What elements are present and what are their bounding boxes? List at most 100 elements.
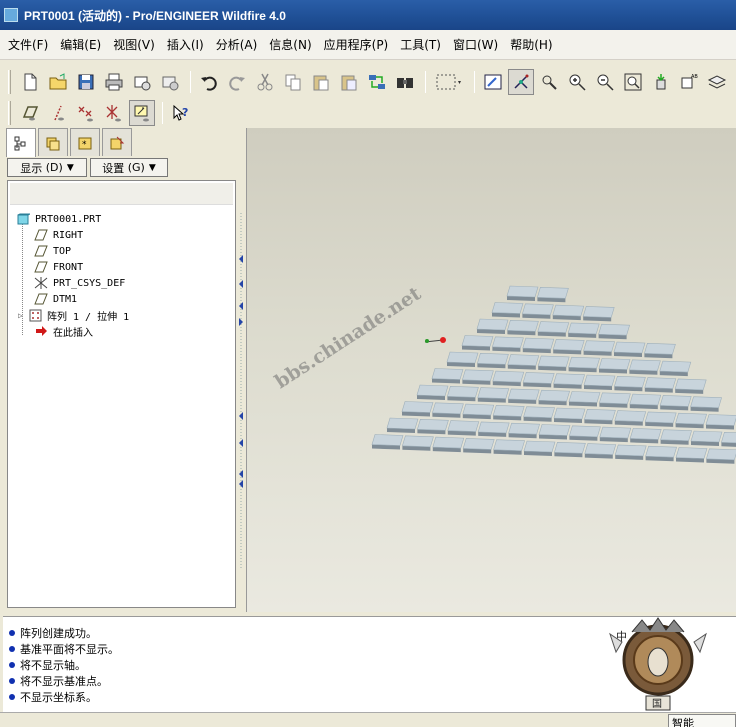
find-button[interactable] xyxy=(392,69,418,95)
pattern-block[interactable] xyxy=(461,335,494,351)
new-file-button[interactable] xyxy=(17,69,43,95)
pattern-block[interactable] xyxy=(569,425,601,441)
pattern-block[interactable] xyxy=(584,443,617,459)
redo-button[interactable] xyxy=(224,69,250,95)
pattern-block[interactable] xyxy=(492,336,524,352)
tree-item-dtm1[interactable]: DTM1 xyxy=(34,291,77,307)
pattern-block[interactable] xyxy=(462,438,495,454)
settings-dropdown-button[interactable]: 设置 (G) ▼ xyxy=(90,158,168,177)
pattern-block[interactable] xyxy=(492,370,525,387)
menu-edit[interactable]: 编辑(E) xyxy=(60,36,101,53)
pattern-block[interactable] xyxy=(721,431,736,447)
pattern-block[interactable] xyxy=(675,412,707,429)
menu-window[interactable]: 窗口(W) xyxy=(453,36,498,53)
pattern-block[interactable] xyxy=(568,391,601,407)
pattern-block[interactable] xyxy=(523,440,556,456)
pattern-block[interactable] xyxy=(659,360,692,377)
mail-attach-button[interactable] xyxy=(157,69,183,95)
selection-filter-select[interactable]: 智能 xyxy=(668,714,736,727)
pattern-block[interactable] xyxy=(447,420,480,436)
pattern-block[interactable] xyxy=(659,395,692,411)
menu-applications[interactable]: 应用程序(P) xyxy=(324,36,389,53)
pattern-block[interactable] xyxy=(614,444,647,460)
pattern-block[interactable] xyxy=(706,448,736,464)
pattern-block[interactable] xyxy=(644,342,676,359)
send-mail-button[interactable] xyxy=(129,69,155,95)
datum-axis-display-button[interactable] xyxy=(45,100,71,126)
open-file-button[interactable] xyxy=(45,69,71,95)
panel-splitter[interactable] xyxy=(237,128,245,610)
pattern-block[interactable] xyxy=(552,339,585,355)
pattern-block[interactable] xyxy=(537,355,570,371)
expand-arrow-icon[interactable]: ▷ xyxy=(18,311,28,320)
context-help-button[interactable]: ? xyxy=(168,100,194,126)
pattern-block[interactable] xyxy=(660,429,692,445)
menu-help[interactable]: 帮助(H) xyxy=(510,36,552,53)
pattern-block[interactable] xyxy=(432,402,464,418)
zoom-in-button[interactable] xyxy=(564,69,590,95)
print-button[interactable] xyxy=(101,69,127,95)
pattern-block[interactable] xyxy=(598,358,631,374)
repaint-button[interactable] xyxy=(480,69,506,95)
pattern-block[interactable] xyxy=(645,445,677,462)
pattern-block[interactable] xyxy=(432,436,465,453)
pattern-block[interactable] xyxy=(614,410,647,426)
save-button[interactable] xyxy=(73,69,99,95)
menu-insert[interactable]: 插入(I) xyxy=(167,36,204,53)
pattern-block[interactable] xyxy=(582,306,615,322)
pattern-block[interactable] xyxy=(402,435,434,451)
pattern-block[interactable] xyxy=(644,377,677,393)
pattern-block[interactable] xyxy=(537,286,569,303)
pattern-block[interactable] xyxy=(386,417,419,433)
pattern-block[interactable] xyxy=(629,428,662,444)
tree-item-front[interactable]: FRONT xyxy=(34,259,83,275)
pattern-block[interactable] xyxy=(446,351,479,367)
pattern-block[interactable] xyxy=(476,318,509,334)
pattern-block[interactable] xyxy=(507,388,540,404)
tree-item-pattern[interactable]: ▷ 阵列 1 / 拉伸 1 xyxy=(18,307,129,323)
menu-analysis[interactable]: 分析(A) xyxy=(216,36,258,53)
pattern-block[interactable] xyxy=(614,375,646,392)
spin-center-display-button[interactable] xyxy=(129,100,155,126)
pattern-block[interactable] xyxy=(522,303,554,319)
pattern-block[interactable] xyxy=(447,385,479,402)
pattern-block[interactable] xyxy=(538,389,570,406)
pattern-block[interactable] xyxy=(477,421,510,437)
tree-item-insert-here[interactable]: 在此插入 xyxy=(34,323,93,339)
pattern-block[interactable] xyxy=(599,426,632,443)
datum-plane-display-button[interactable] xyxy=(17,100,43,126)
pattern-block[interactable] xyxy=(567,322,600,338)
paste-special-button[interactable] xyxy=(336,69,362,95)
pattern-block[interactable] xyxy=(507,354,540,370)
paste-button[interactable] xyxy=(308,69,334,95)
pattern-block[interactable] xyxy=(613,341,646,357)
regenerate-button[interactable] xyxy=(364,69,390,95)
tree-item-top[interactable]: TOP xyxy=(34,243,71,259)
pattern-block[interactable] xyxy=(554,441,586,458)
pattern-block[interactable] xyxy=(583,340,615,356)
pattern-block[interactable] xyxy=(674,378,707,394)
pattern-block[interactable] xyxy=(690,396,722,412)
copy-button[interactable] xyxy=(280,69,306,95)
cut-button[interactable] xyxy=(252,69,278,95)
saved-views-button[interactable]: AB xyxy=(676,69,702,95)
pattern-block[interactable] xyxy=(537,321,570,337)
pattern-block[interactable] xyxy=(431,368,464,384)
pattern-block[interactable] xyxy=(491,302,524,318)
pattern-block[interactable] xyxy=(583,374,616,390)
reorient-button[interactable] xyxy=(648,69,674,95)
pattern-block[interactable] xyxy=(553,373,585,389)
pattern-block[interactable] xyxy=(492,405,525,421)
pattern-block[interactable] xyxy=(522,337,555,354)
pattern-block[interactable] xyxy=(644,411,677,427)
zoom-out-button[interactable] xyxy=(592,69,618,95)
pattern-block[interactable] xyxy=(675,447,708,463)
pattern-block[interactable] xyxy=(629,359,661,375)
pattern-block[interactable] xyxy=(552,304,585,321)
menu-file[interactable]: 文件(F) xyxy=(8,36,48,53)
pattern-block[interactable] xyxy=(417,418,449,435)
pattern-block[interactable] xyxy=(690,430,723,446)
pattern-block[interactable] xyxy=(522,372,555,388)
pattern-block[interactable] xyxy=(462,403,495,420)
datum-point-display-button[interactable] xyxy=(73,100,99,126)
